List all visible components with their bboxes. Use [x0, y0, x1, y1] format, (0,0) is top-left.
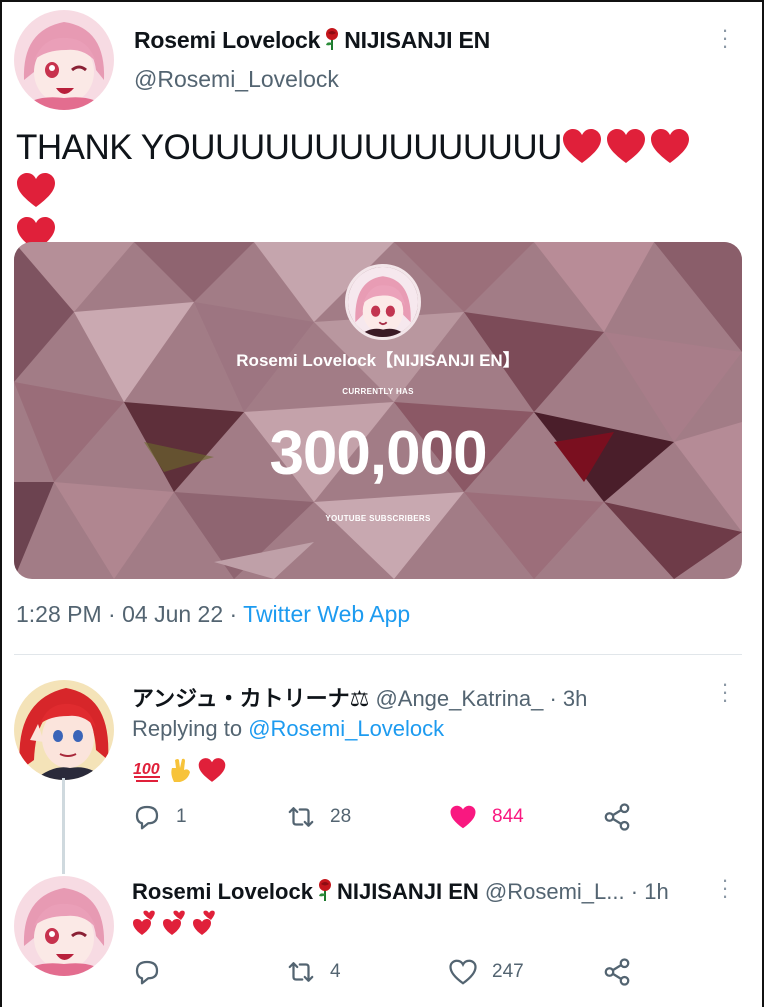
reply-handle[interactable]: @Ange_Katrina_: [375, 686, 543, 711]
retweet-count: 4: [330, 961, 341, 982]
more-icon[interactable]: · · ·: [720, 19, 730, 57]
more-icon[interactable]: · · ·: [720, 869, 730, 907]
reply-display-name[interactable]: Rosemi Lovelock NIJISANJI EN: [132, 879, 479, 904]
more-icon[interactable]: · · ·: [720, 673, 730, 711]
author-name-text: Rosemi Lovelock: [134, 27, 321, 53]
reply-icon: [135, 960, 159, 985]
card-avatar: [345, 264, 421, 340]
card-bottom-caption: YOUTUBE SUBSCRIBERS: [325, 514, 431, 523]
red-heart-icon: [16, 172, 56, 208]
reply-time[interactable]: 1h: [644, 879, 668, 904]
reply-actions: 4 247: [132, 957, 652, 989]
red-heart-icon: [606, 128, 646, 164]
author-avatar[interactable]: [14, 10, 114, 110]
separator-dot: ·: [549, 686, 563, 711]
tweet-source-app[interactable]: Twitter Web App: [243, 601, 410, 627]
tweet-text-content: THANK YOUUUUUUUUUUUUUUU: [16, 128, 562, 167]
like-button[interactable]: 844: [448, 802, 524, 832]
red-heart-icon: [650, 128, 690, 164]
reply-time[interactable]: 3h: [563, 686, 587, 711]
retweet-count: 28: [330, 806, 352, 827]
reply-name-text: Rosemi Lovelock: [132, 879, 313, 904]
share-icon: [604, 803, 630, 831]
card-channel-name: Rosemi Lovelock【NIJISANJI EN】: [236, 351, 520, 370]
like-count: 844: [492, 806, 524, 827]
heart-exclamation-icon: [133, 910, 155, 935]
reply-display-name[interactable]: アンジュ・カトリーナ⚖: [132, 686, 369, 711]
divider: [14, 654, 742, 655]
tweet-meta: 1:28 PM · 04 Jun 22 · Twitter Web App: [16, 601, 410, 628]
thread-line: [62, 778, 65, 874]
like-button[interactable]: 247: [448, 957, 524, 987]
reply-actions: 1 28 844: [132, 802, 652, 834]
heart-exclamation-icon: [193, 910, 215, 935]
like-count: 247: [492, 961, 524, 982]
card-top-caption: CURRENTLY HAS: [342, 387, 414, 396]
tweet-text: THANK YOUUUUUUUUUUUUUUU: [16, 126, 736, 258]
hundred-points-icon: 100: [133, 761, 160, 782]
replying-to-handle[interactable]: @Rosemi_Lovelock: [248, 716, 444, 741]
svg-text:100: 100: [133, 761, 160, 778]
retweet-button[interactable]: 4: [286, 957, 341, 987]
reply-avatar[interactable]: [14, 876, 114, 976]
reply-emojis: [132, 910, 220, 936]
heart-exclamation-icon: [163, 910, 185, 935]
red-heart-icon: [562, 128, 602, 164]
retweet-icon: [288, 962, 314, 982]
separator-dot: ·: [108, 601, 123, 627]
author-handle[interactable]: @Rosemi_Lovelock: [134, 66, 339, 93]
separator-dot: ·: [229, 601, 244, 627]
reply-header: Rosemi Lovelock NIJISANJI EN @Rosemi_L...…: [132, 878, 669, 905]
reply-button[interactable]: 1: [132, 802, 187, 832]
card-subscriber-count: 300,000: [269, 419, 487, 488]
author-org-text: NIJISANJI EN: [344, 27, 491, 53]
retweet-button[interactable]: 28: [286, 802, 351, 832]
share-button[interactable]: [602, 802, 632, 832]
separator-dot: ·: [630, 879, 645, 904]
reply-emojis: 100: [132, 756, 226, 784]
reply-header: アンジュ・カトリーナ⚖ @Ange_Katrina_ · 3h: [132, 681, 587, 713]
like-icon: [449, 959, 477, 985]
share-button[interactable]: [602, 957, 632, 987]
author-display-name[interactable]: Rosemi Lovelock NIJISANJI EN: [134, 27, 490, 54]
replying-to: Replying to @Rosemi_Lovelock: [132, 716, 444, 742]
rose-icon: [326, 28, 339, 50]
rose-icon: [318, 879, 331, 901]
crossed-fingers-icon: [171, 758, 190, 782]
tweet-date[interactable]: 04 Jun 22: [122, 601, 223, 627]
red-heart-icon: [198, 758, 226, 782]
reply-avatar[interactable]: [14, 680, 114, 780]
reply-button[interactable]: [132, 957, 176, 987]
reply-org-text: NIJISANJI EN: [336, 879, 479, 904]
share-icon: [604, 958, 630, 986]
retweet-icon: [288, 807, 314, 827]
reply-handle[interactable]: @Rosemi_L...: [485, 879, 625, 904]
milestone-image[interactable]: Rosemi Lovelock【NIJISANJI EN】 CURRENTLY …: [14, 242, 742, 579]
replying-label: Replying to: [132, 716, 249, 741]
reply-count: 1: [176, 806, 187, 827]
reply-icon: [135, 805, 159, 830]
like-icon: [450, 805, 476, 829]
tweet-time[interactable]: 1:28 PM: [16, 601, 102, 627]
